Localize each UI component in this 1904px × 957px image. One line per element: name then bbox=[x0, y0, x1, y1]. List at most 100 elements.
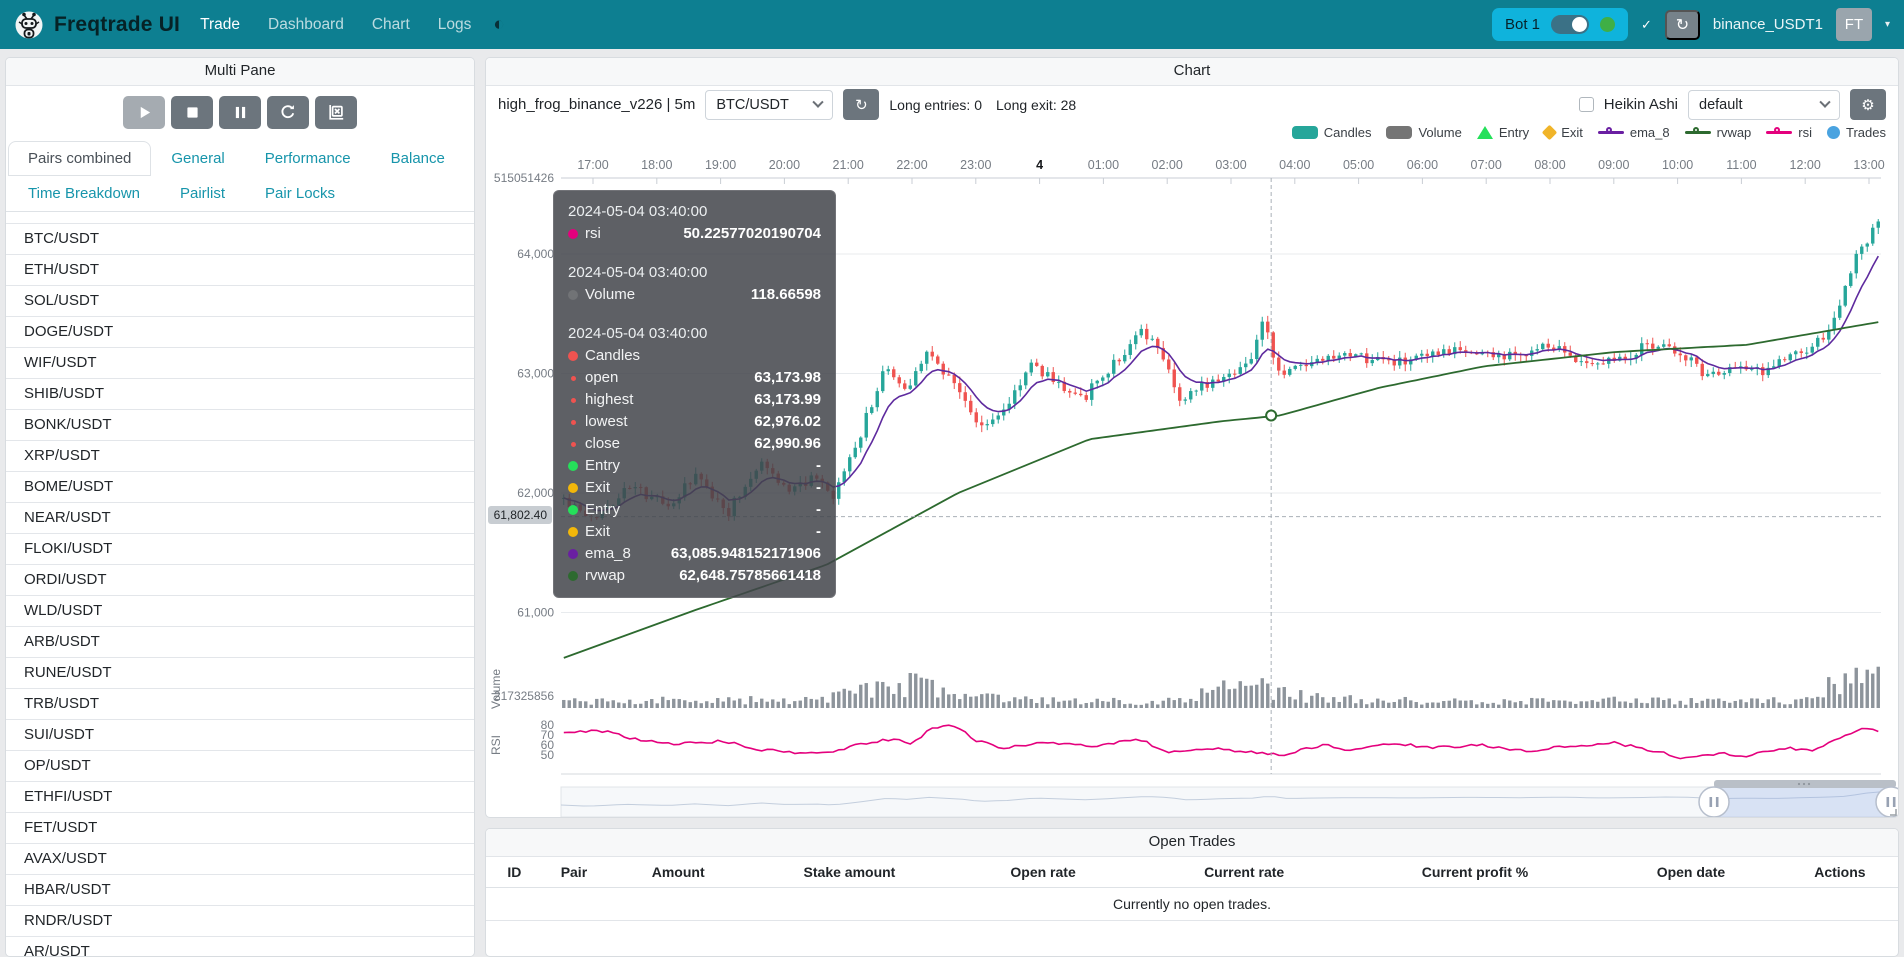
time-axis-label: 01:00 bbox=[1088, 158, 1119, 172]
rsi-pane-label: RSI bbox=[489, 735, 503, 755]
pair-list-item[interactable]: RUNE/USDT bbox=[6, 657, 474, 688]
avatar[interactable]: FT bbox=[1836, 8, 1872, 41]
pause-icon bbox=[234, 106, 247, 119]
tab-pairlist[interactable]: Pairlist bbox=[160, 176, 245, 211]
pair-list-item[interactable]: SHIB/USDT bbox=[6, 378, 474, 409]
pair-select[interactable]: BTC/USDT bbox=[705, 90, 833, 120]
tab-balance[interactable]: Balance bbox=[371, 141, 465, 176]
multi-pane-panel: Multi Pane Pairs combinedGeneralPerforma… bbox=[5, 57, 475, 957]
bot-toggle[interactable] bbox=[1551, 15, 1589, 34]
theme-toggle-icon[interactable]: ◐ bbox=[493, 14, 504, 36]
time-axis-label: 11:00 bbox=[1726, 158, 1756, 172]
tooltip-row-close: close62,990.96 bbox=[568, 433, 821, 455]
strategy-label: high_frog_binance_v226 | 5m bbox=[498, 96, 695, 113]
bot-selector[interactable]: Bot 1 bbox=[1492, 8, 1628, 41]
candles-swatch-icon bbox=[1292, 126, 1318, 139]
datazoom-left-handle[interactable] bbox=[1699, 787, 1729, 817]
nav-link-trade[interactable]: Trade bbox=[200, 16, 240, 34]
pair-list-item[interactable]: ARB/USDT bbox=[6, 626, 474, 657]
pause-bot-button[interactable] bbox=[219, 96, 261, 129]
rsi-line bbox=[564, 725, 1879, 758]
pair-list-item[interactable]: ETHFI/USDT bbox=[6, 781, 474, 812]
pair-list-item[interactable]: OP/USDT bbox=[6, 750, 474, 781]
check-icon: ✓ bbox=[1641, 17, 1652, 33]
rvwap-crosshair-marker bbox=[1266, 410, 1276, 420]
tooltip-label: Entry bbox=[585, 499, 620, 521]
delete-logs-bot-button[interactable] bbox=[315, 96, 357, 129]
stop-bot-button[interactable] bbox=[171, 96, 213, 129]
datazoom-track[interactable] bbox=[561, 787, 1894, 817]
tab-performance[interactable]: Performance bbox=[245, 141, 371, 176]
pair-list-item[interactable]: DOGE/USDT bbox=[6, 316, 474, 347]
tab-pair-locks[interactable]: Pair Locks bbox=[245, 176, 355, 211]
tab-time-breakdown[interactable]: Time Breakdown bbox=[8, 176, 160, 211]
pair-list-item[interactable]: FET/USDT bbox=[6, 812, 474, 843]
reload-icon: ↻ bbox=[855, 96, 868, 114]
tooltip-row-open: open63,173.98 bbox=[568, 367, 821, 389]
tooltip-row-exit: Exit- bbox=[568, 477, 821, 499]
chart-refresh-button[interactable]: ↻ bbox=[843, 89, 879, 120]
long-entries-count: Long entries: 0 bbox=[889, 97, 982, 113]
time-axis-label: 12:00 bbox=[1790, 158, 1821, 172]
heikin-ashi-checkbox[interactable] bbox=[1579, 97, 1594, 112]
freqtrade-logo-icon bbox=[14, 9, 44, 41]
legend-item-rsi[interactable]: rsi bbox=[1766, 125, 1812, 140]
legend-item-candles[interactable]: Candles bbox=[1292, 125, 1372, 140]
datazoom-selection[interactable] bbox=[1714, 787, 1891, 817]
chevron-down-icon[interactable]: ▾ bbox=[1885, 19, 1890, 30]
pair-list-item[interactable]: RNDR/USDT bbox=[6, 905, 474, 936]
pair-list-item[interactable]: ORDI/USDT bbox=[6, 564, 474, 595]
gear-icon: ⚙ bbox=[1861, 96, 1874, 114]
plot-settings-button[interactable]: ⚙ bbox=[1850, 89, 1886, 120]
main-nav: Trade Dashboard Chart Logs bbox=[200, 16, 471, 34]
legend-item-exit[interactable]: Exit bbox=[1544, 125, 1583, 140]
pair-list-item[interactable]: BOME/USDT bbox=[6, 471, 474, 502]
pair-list-item[interactable]: SUI/USDT bbox=[6, 719, 474, 750]
pair-list-item[interactable]: ETH/USDT bbox=[6, 254, 474, 285]
tab-pairs-combined[interactable]: Pairs combined bbox=[8, 141, 151, 176]
legend-item-rvwap[interactable]: rvwap bbox=[1685, 125, 1752, 140]
time-axis-label: 17:00 bbox=[577, 158, 608, 172]
pair-list-item[interactable]: HBAR/USDT bbox=[6, 874, 474, 905]
pair-list-item[interactable]: WLD/USDT bbox=[6, 595, 474, 626]
series-marker-icon bbox=[571, 442, 576, 447]
legend-item-ema_8[interactable]: ema_8 bbox=[1598, 125, 1670, 140]
pair-list-item[interactable]: AVAX/USDT bbox=[6, 843, 474, 874]
pair-list-item[interactable]: FLOKI/USDT bbox=[6, 533, 474, 564]
time-axis-label: 03:00 bbox=[1215, 158, 1246, 172]
legend-item-trades[interactable]: Trades bbox=[1827, 125, 1886, 140]
price-axis-label: 64,000 bbox=[517, 247, 554, 261]
play-icon bbox=[137, 105, 152, 120]
reload-bot-button[interactable] bbox=[267, 96, 309, 129]
chevron-down-icon bbox=[813, 96, 824, 107]
tooltip-timestamp: 2024-05-04 03:40:00 bbox=[568, 201, 821, 223]
global-reload-button[interactable]: ↻ bbox=[1665, 10, 1700, 40]
long-exit-count: Long exit: 28 bbox=[996, 97, 1076, 113]
pair-list-item[interactable]: BONK/USDT bbox=[6, 409, 474, 440]
pair-list-item[interactable]: AR/USDT bbox=[6, 936, 474, 956]
nav-link-chart[interactable]: Chart bbox=[372, 16, 410, 34]
play-bot-button[interactable] bbox=[123, 96, 165, 129]
tooltip-row-rsi: rsi50.22577020190704 bbox=[568, 223, 821, 245]
tooltip-value: 118.66598 bbox=[751, 284, 821, 306]
legend-item-volume[interactable]: Volume bbox=[1386, 125, 1461, 140]
column-header-actions: Actions bbox=[1788, 864, 1892, 880]
pair-list-item[interactable]: TRB/USDT bbox=[6, 688, 474, 719]
reload-icon bbox=[280, 104, 296, 120]
time-axis-label: 21:00 bbox=[833, 158, 864, 172]
tab-general[interactable]: General bbox=[151, 141, 244, 176]
open-trades-title: Open Trades bbox=[486, 829, 1898, 857]
pair-list-item[interactable]: SOL/USDT bbox=[6, 285, 474, 316]
nav-link-dashboard[interactable]: Dashboard bbox=[268, 16, 344, 34]
plot-config-select[interactable]: default bbox=[1688, 90, 1840, 120]
pair-list-item[interactable]: XRP/USDT bbox=[6, 440, 474, 471]
tooltip-row-entry: Entry- bbox=[568, 455, 821, 477]
bot-controls bbox=[6, 86, 474, 141]
time-axis-label: 09:00 bbox=[1598, 158, 1629, 172]
pair-list-item[interactable]: WIF/USDT bbox=[6, 347, 474, 378]
candlestick-chart[interactable]: Candles Volume Entry Exit ema_8 rvwap rsi Trade… bbox=[486, 123, 1898, 818]
nav-link-logs[interactable]: Logs bbox=[438, 16, 472, 34]
pair-list-item[interactable]: BTC/USDT bbox=[6, 223, 474, 254]
pair-list-item[interactable]: NEAR/USDT bbox=[6, 502, 474, 533]
legend-item-entry[interactable]: Entry bbox=[1477, 125, 1529, 140]
